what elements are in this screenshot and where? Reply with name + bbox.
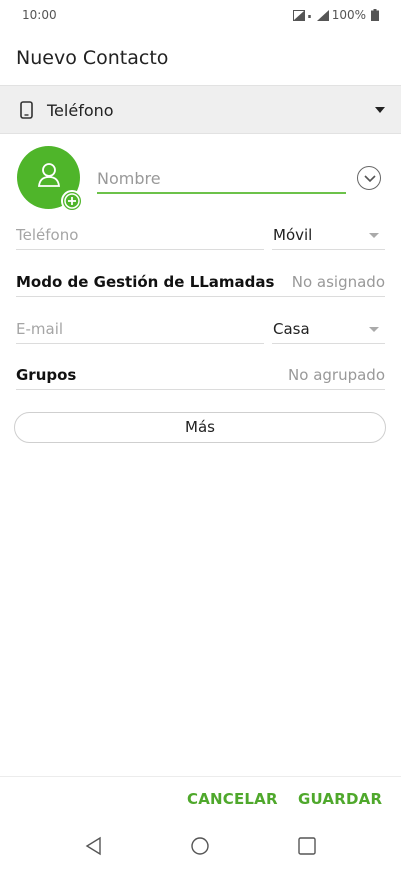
call-mode-row[interactable]: Modo de Gestión de LLamadas No asignado	[16, 271, 385, 297]
person-icon	[37, 163, 61, 187]
save-button[interactable]: GUARDAR	[298, 790, 382, 808]
back-icon[interactable]	[84, 836, 104, 856]
add-photo-icon[interactable]	[61, 190, 83, 212]
phone-type-value: Móvil	[273, 226, 313, 244]
signal-icon	[307, 14, 311, 18]
signal-icon	[292, 9, 305, 21]
groups-value: No agrupado	[288, 366, 385, 384]
account-label: Teléfono	[47, 101, 114, 120]
call-mode-value: No asignado	[291, 273, 385, 291]
email-type-select[interactable]: Casa	[272, 314, 385, 344]
more-button[interactable]: Más	[14, 412, 386, 443]
footer-divider	[0, 776, 401, 777]
status-icons: 100%	[292, 8, 379, 22]
cancel-button[interactable]: CANCELAR	[187, 790, 278, 808]
dropdown-arrow-icon	[369, 327, 379, 332]
expand-icon[interactable]	[357, 166, 381, 190]
battery-level: 100%	[331, 8, 366, 22]
phone-type-select[interactable]: Móvil	[272, 220, 385, 250]
email-input[interactable]	[16, 314, 264, 344]
status-time: 10:00	[22, 8, 57, 22]
signal-icon	[316, 9, 329, 21]
phone-input[interactable]	[16, 220, 264, 250]
account-selector[interactable]: Teléfono	[0, 85, 401, 134]
email-type-value: Casa	[273, 320, 310, 338]
status-bar: 10:00 100%	[0, 0, 401, 32]
call-mode-label: Modo de Gestión de LLamadas	[16, 273, 275, 291]
dropdown-arrow-icon	[369, 233, 379, 238]
home-icon[interactable]	[190, 836, 210, 856]
battery-icon	[371, 9, 379, 21]
navigation-bar	[0, 828, 401, 870]
groups-row[interactable]: Grupos No agrupado	[16, 364, 385, 390]
name-input[interactable]	[97, 164, 346, 194]
phone-icon	[20, 101, 33, 119]
page-title: Nuevo Contacto	[16, 47, 169, 69]
dropdown-arrow-icon	[375, 107, 385, 113]
groups-label: Grupos	[16, 366, 77, 384]
recents-icon[interactable]	[297, 836, 317, 856]
